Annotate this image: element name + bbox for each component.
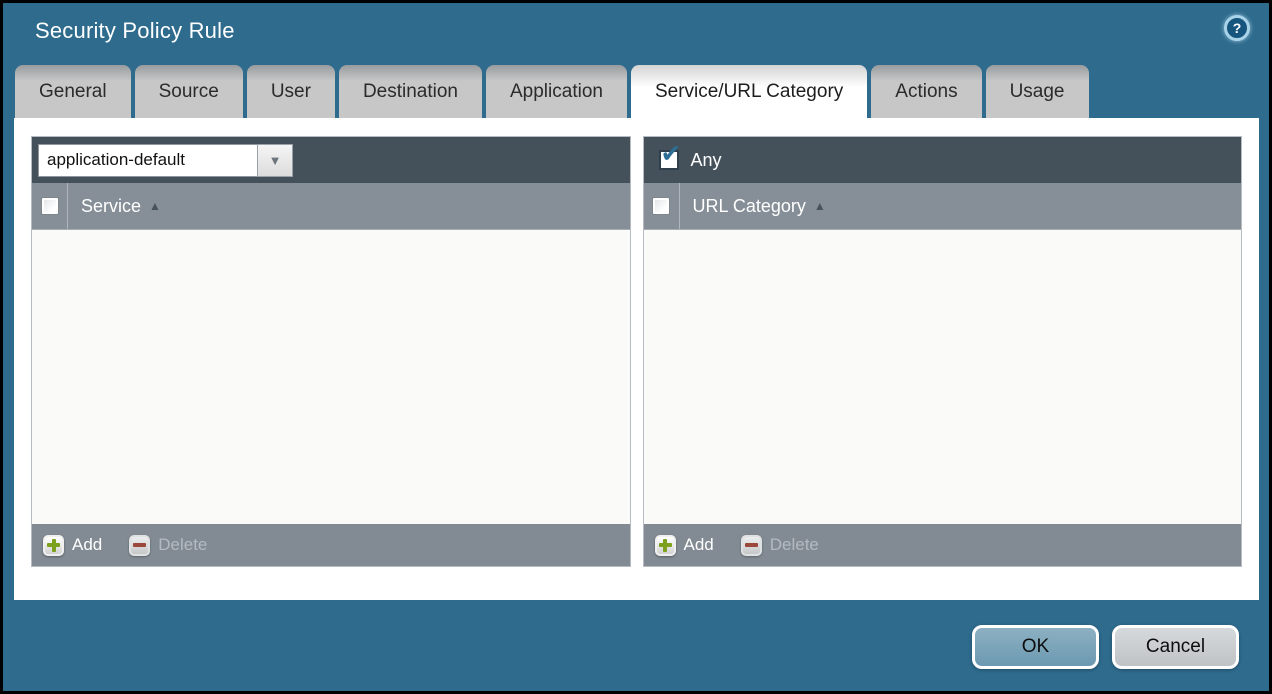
service-footer: Add Delete [32,524,630,566]
add-icon [43,535,64,556]
service-panel: ▼ Service ▲ [31,136,631,567]
tab-usage[interactable]: Usage [986,65,1089,118]
service-type-combobox: ▼ [38,144,293,177]
tab-bar: General Source User Destination Applicat… [15,65,1089,118]
chevron-down-icon: ▼ [269,154,282,167]
security-policy-rule-dialog: Security Policy Rule ? General Source Us… [3,3,1269,691]
dialog-actions: OK Cancel [972,625,1239,669]
sort-ascending-icon: ▲ [814,199,826,213]
sort-ascending-icon: ▲ [149,199,161,213]
tab-service-url-category[interactable]: Service/URL Category [631,65,867,118]
tab-user[interactable]: User [247,65,335,118]
title-bar: Security Policy Rule ? [3,3,1269,61]
service-select-all-cell [32,183,68,229]
service-type-input[interactable] [38,144,257,177]
url-category-column-label: URL Category [693,196,806,217]
service-list [32,230,630,524]
service-select-all-checkbox[interactable] [41,197,59,215]
tab-source[interactable]: Source [135,65,243,118]
tab-actions[interactable]: Actions [871,65,981,118]
add-icon [655,535,676,556]
url-category-toolbar: ✔ Any [644,137,1242,183]
delete-icon [741,535,762,556]
service-column-label: Service [81,196,141,217]
ok-button[interactable]: OK [972,625,1099,669]
any-checkbox[interactable]: ✔ [659,150,679,170]
screen: Security Policy Rule ? General Source Us… [0,0,1272,694]
dialog-title: Security Policy Rule [35,18,235,44]
url-category-add-button[interactable]: Add [655,535,714,556]
checkmark-icon: ✔ [661,139,682,169]
delete-icon [129,535,150,556]
tab-application[interactable]: Application [486,65,627,118]
service-add-button[interactable]: Add [43,535,102,556]
url-category-select-all-checkbox[interactable] [652,197,670,215]
url-category-footer: Add Delete [644,524,1242,566]
service-delete-button[interactable]: Delete [129,535,207,556]
service-add-label: Add [72,535,102,555]
url-category-column-header[interactable]: URL Category ▲ [644,183,1242,230]
url-category-select-all-cell [644,183,680,229]
help-icon[interactable]: ? [1224,15,1250,41]
service-toolbar: ▼ [32,137,630,183]
cancel-button[interactable]: Cancel [1112,625,1239,669]
tab-general[interactable]: General [15,65,131,118]
url-category-delete-button[interactable]: Delete [741,535,819,556]
any-label: Any [691,150,722,171]
any-row: ✔ Any [650,150,722,171]
service-delete-label: Delete [158,535,207,555]
url-category-delete-label: Delete [770,535,819,555]
url-category-list [644,230,1242,524]
service-column-header[interactable]: Service ▲ [32,183,630,230]
tab-destination[interactable]: Destination [339,65,482,118]
service-type-dropdown-button[interactable]: ▼ [257,144,293,177]
url-category-add-label: Add [684,535,714,555]
tab-content: ▼ Service ▲ [14,118,1259,600]
url-category-panel: ✔ Any URL Category ▲ [643,136,1243,567]
